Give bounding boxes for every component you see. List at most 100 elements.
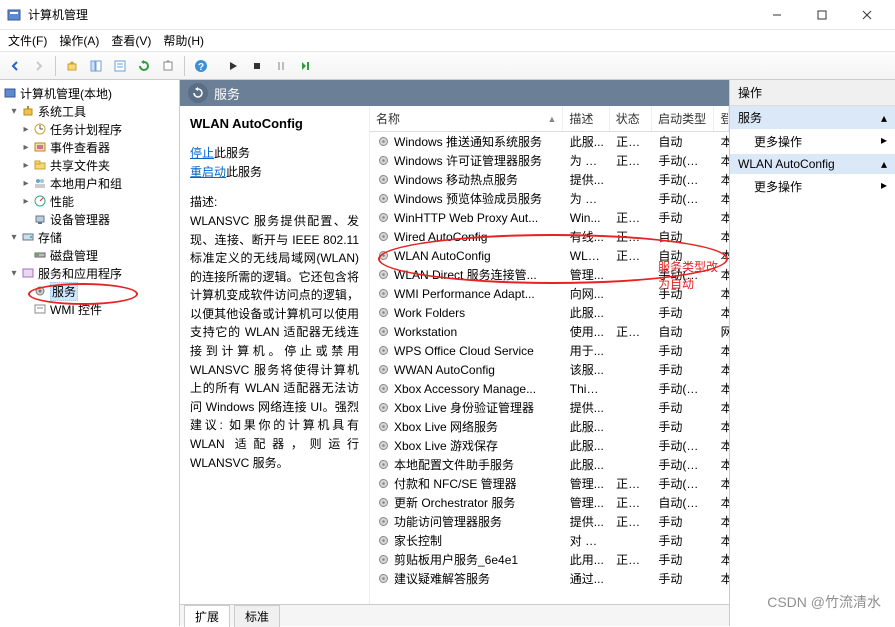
service-icon	[376, 325, 390, 339]
tree-system-tools[interactable]: ▾ 系统工具	[2, 102, 177, 120]
column-headers: 名称▲ 描述 状态 启动类型 登	[370, 106, 729, 132]
back-button[interactable]	[4, 55, 26, 77]
service-icon	[376, 477, 390, 491]
service-icon	[376, 268, 390, 282]
menu-help[interactable]: 帮助(H)	[163, 32, 204, 49]
tree-root[interactable]: 计算机管理(本地)	[2, 84, 177, 102]
service-row[interactable]: Wired AutoConfig有线...正在...自动本	[370, 227, 729, 246]
service-icon	[376, 439, 390, 453]
service-icon	[376, 230, 390, 244]
stop-service-link[interactable]: 停止	[190, 146, 214, 160]
play-button[interactable]	[222, 55, 244, 77]
service-icon	[376, 553, 390, 567]
actions-pane: 操作 服务▴ 更多操作 ▸ WLAN AutoConfig▴ 更多操作 ▸	[730, 80, 895, 626]
col-desc[interactable]: 描述	[563, 106, 609, 131]
service-icon	[376, 135, 390, 149]
service-row[interactable]: 更新 Orchestrator 服务管理...正在...自动(延迟...本	[370, 493, 729, 512]
actions-more-2[interactable]: 更多操作 ▸	[730, 174, 895, 199]
show-hide-tree-button[interactable]	[85, 55, 107, 77]
service-list[interactable]: Windows 推送通知系统服务此服...正在...自动本Windows 许可证…	[370, 132, 729, 604]
service-row[interactable]: Workstation使用...正在...自动网	[370, 322, 729, 341]
col-startup[interactable]: 启动类型	[652, 106, 714, 131]
services-header: 服务	[180, 80, 729, 106]
tab-standard[interactable]: 标准	[234, 605, 280, 627]
tree-device-manager[interactable]: 设备管理器	[2, 210, 177, 228]
refresh-button[interactable]	[133, 55, 155, 77]
service-row[interactable]: WWAN AutoConfig该服...手动本	[370, 360, 729, 379]
restart-service-link[interactable]: 重启动	[190, 165, 226, 179]
maximize-button[interactable]	[799, 0, 844, 30]
service-row[interactable]: Xbox Accessory Manage...This ...手动(触发...…	[370, 379, 729, 398]
tree-storage[interactable]: ▾存储	[2, 228, 177, 246]
tab-extended[interactable]: 扩展	[184, 605, 230, 627]
tree-services[interactable]: 服务	[2, 282, 177, 300]
refresh-icon[interactable]	[188, 83, 208, 103]
navigation-tree[interactable]: 计算机管理(本地) ▾ 系统工具 ▸任务计划程序 ▸事件查看器 ▸共享文件夹 ▸…	[0, 80, 180, 626]
tree-task-scheduler[interactable]: ▸任务计划程序	[2, 120, 177, 138]
actions-more-1[interactable]: 更多操作 ▸	[730, 129, 895, 154]
menu-file[interactable]: 文件(F)	[8, 32, 47, 49]
svg-text:?: ?	[198, 62, 204, 73]
actions-section-selected[interactable]: WLAN AutoConfig▴	[730, 154, 895, 174]
service-row[interactable]: WMI Performance Adapt...向网...手动本	[370, 284, 729, 303]
service-icon	[376, 420, 390, 434]
col-logon[interactable]: 登	[714, 106, 729, 131]
service-icon	[376, 534, 390, 548]
service-icon	[376, 458, 390, 472]
stop-button[interactable]	[246, 55, 268, 77]
service-row[interactable]: WPS Office Cloud Service用于...手动本	[370, 341, 729, 360]
service-row[interactable]: Xbox Live 游戏保存此服...手动(触发...本	[370, 436, 729, 455]
service-row[interactable]: Windows 许可证管理器服务为 M...正在...手动(触发...本	[370, 151, 729, 170]
service-row[interactable]: Windows 推送通知系统服务此服...正在...自动本	[370, 132, 729, 151]
service-row[interactable]: Windows 移动热点服务提供...手动(触发...本	[370, 170, 729, 189]
collapse-icon: ▴	[881, 111, 887, 125]
export-button[interactable]	[157, 55, 179, 77]
service-row[interactable]: 家长控制对 W...手动本	[370, 531, 729, 550]
service-row[interactable]: WinHTTP Web Proxy Aut...Win...正在...手动本	[370, 208, 729, 227]
tree-event-viewer[interactable]: ▸事件查看器	[2, 138, 177, 156]
service-row[interactable]: Xbox Live 网络服务此服...手动本	[370, 417, 729, 436]
service-icon	[376, 249, 390, 263]
col-status[interactable]: 状态	[610, 106, 652, 131]
tree-performance[interactable]: ▸性能	[2, 192, 177, 210]
service-icon	[376, 287, 390, 301]
service-icon	[376, 306, 390, 320]
service-icon	[376, 382, 390, 396]
service-row[interactable]: 功能访问管理器服务提供...正在...手动本	[370, 512, 729, 531]
app-icon	[6, 7, 22, 23]
service-row[interactable]: 付款和 NFC/SE 管理器管理...正在...手动(触发...本	[370, 474, 729, 493]
properties-button[interactable]	[109, 55, 131, 77]
service-icon	[376, 154, 390, 168]
service-row[interactable]: WLAN Direct 服务连接管...管理...手动(触发...本	[370, 265, 729, 284]
menu-view[interactable]: 查看(V)	[111, 32, 151, 49]
minimize-button[interactable]	[754, 0, 799, 30]
tree-disk-management[interactable]: 磁盘管理	[2, 246, 177, 264]
description-label: 描述:	[190, 193, 359, 212]
menu-action[interactable]: 操作(A)	[59, 32, 99, 49]
service-row[interactable]: 剪贴板用户服务_6e4e1此用...正在...手动本	[370, 550, 729, 569]
tree-services-apps[interactable]: ▾服务和应用程序	[2, 264, 177, 282]
service-icon	[376, 496, 390, 510]
actions-section-services[interactable]: 服务▴	[730, 106, 895, 129]
service-row[interactable]: 本地配置文件助手服务此服...手动(触发...本	[370, 455, 729, 474]
up-button[interactable]	[61, 55, 83, 77]
service-row[interactable]: 建议疑难解答服务通过...手动本	[370, 569, 729, 588]
restart-button[interactable]	[294, 55, 316, 77]
col-name[interactable]: 名称▲	[370, 106, 563, 131]
service-row[interactable]: Work Folders此服...手动本	[370, 303, 729, 322]
service-icon	[376, 173, 390, 187]
service-icon	[376, 401, 390, 415]
service-row[interactable]: Xbox Live 身份验证管理器提供...手动本	[370, 398, 729, 417]
tree-wmi[interactable]: WMI 控件	[2, 300, 177, 318]
forward-button[interactable]	[28, 55, 50, 77]
description-text: WLANSVC 服务提供配置、发现、连接、断开与 IEEE 802.11 标准定…	[190, 212, 359, 472]
help-button[interactable]: ?	[190, 55, 212, 77]
pause-button[interactable]	[270, 55, 292, 77]
close-button[interactable]	[844, 0, 889, 30]
service-icon	[376, 344, 390, 358]
toolbar: ?	[0, 52, 895, 80]
service-row[interactable]: WLAN AutoConfigWLA...正在...自动本	[370, 246, 729, 265]
tree-shared-folders[interactable]: ▸共享文件夹	[2, 156, 177, 174]
tree-local-users[interactable]: ▸本地用户和组	[2, 174, 177, 192]
service-row[interactable]: Windows 预览体验成员服务为 W...手动(触发...本	[370, 189, 729, 208]
